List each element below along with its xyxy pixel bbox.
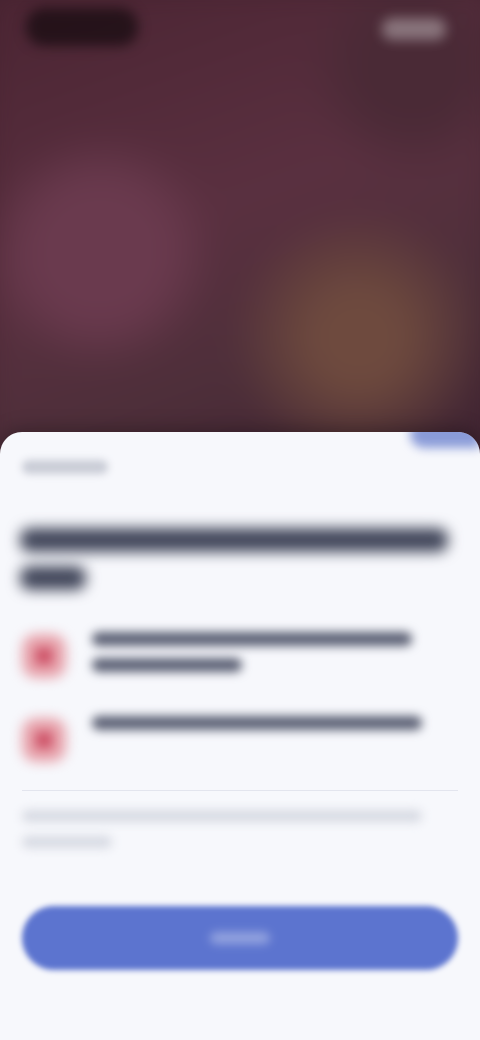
sheet-item-line <box>92 632 412 646</box>
sheet-title-line <box>20 566 86 590</box>
background-media <box>0 0 480 479</box>
sheet-item-text <box>92 632 432 684</box>
sheet-title-text <box>20 528 21 529</box>
status-left-pill <box>26 8 138 46</box>
primary-action-label <box>210 932 270 944</box>
sheet-item-text <box>92 716 432 742</box>
warning-icon <box>22 718 66 762</box>
status-right-pill <box>382 18 446 40</box>
warning-icon <box>22 634 66 678</box>
primary-action-button[interactable] <box>22 906 458 970</box>
app-screen <box>0 0 480 1040</box>
sheet-eyebrow <box>22 460 108 474</box>
sheet-item-label <box>92 716 93 717</box>
sheet-item-label <box>92 632 93 633</box>
sheet-item-line <box>92 716 422 730</box>
sheet-item-line <box>92 658 242 672</box>
sheet-eyebrow-text <box>22 460 23 461</box>
sheet-note-line <box>22 810 422 822</box>
sheet-note-line <box>22 836 112 848</box>
sheet-corner-badge <box>410 432 480 448</box>
sheet-note <box>22 810 442 862</box>
sheet-title-line <box>20 528 448 552</box>
sheet-title <box>20 528 460 604</box>
sheet-divider <box>22 790 458 791</box>
bottom-sheet <box>0 432 480 1040</box>
